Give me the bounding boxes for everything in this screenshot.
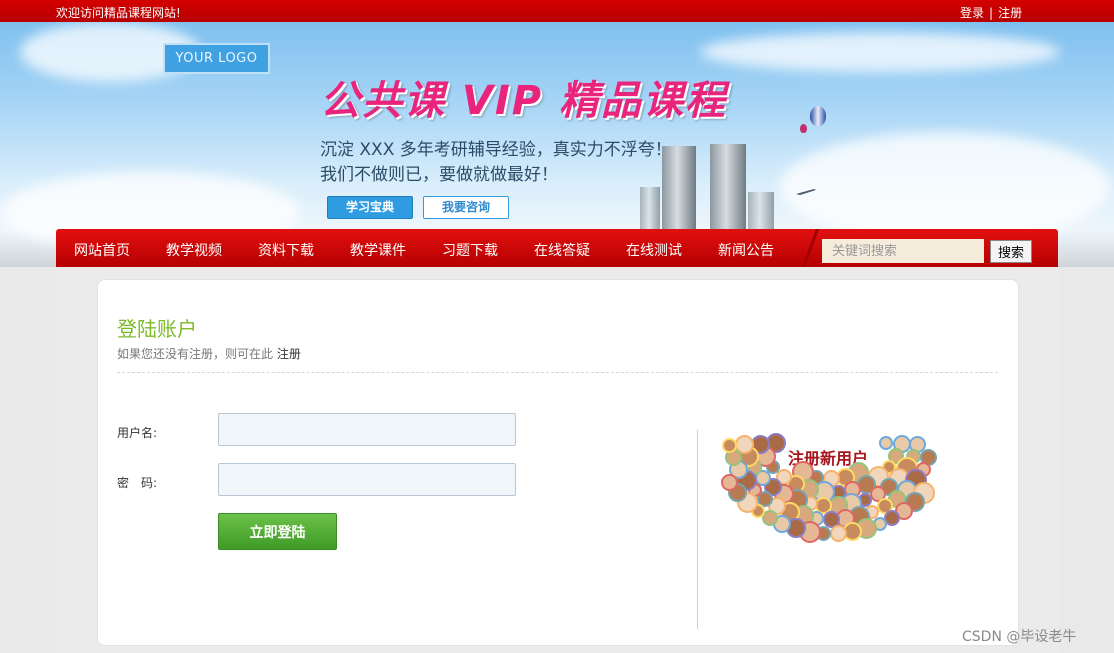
watermark: CSDN @毕设老牛 (962, 629, 1077, 645)
username-label: 用户名: (117, 426, 158, 440)
building-image (640, 187, 660, 230)
vertical-divider (697, 430, 698, 629)
search-input[interactable] (822, 239, 984, 263)
cloud-decoration (700, 32, 1060, 72)
login-title: 登陆账户 (117, 317, 197, 341)
nav-item-videos[interactable]: 教学视频 (166, 240, 222, 260)
airplane-icon (796, 189, 816, 195)
search-button[interactable]: 搜索 (990, 240, 1032, 263)
banner-slogan-2: 我们不做则已，要做就做最好！ (320, 165, 558, 185)
main-nav: 网站首页 教学视频 资料下载 教学课件 习题下载 在线答疑 在线测试 新闻公告 … (56, 229, 1058, 267)
study-guide-button[interactable]: 学习宝典 (327, 196, 413, 219)
nav-item-exercises[interactable]: 习题下载 (442, 240, 498, 260)
login-subtitle-text: 如果您还没有注册，则可在此 (117, 347, 274, 361)
nav-item-news[interactable]: 新闻公告 (718, 240, 774, 260)
nav-item-qa[interactable]: 在线答疑 (534, 240, 590, 260)
login-card: 登陆账户 如果您还没有注册，则可在此 注册 用户名: 密 码: 立即登陆 注册新… (97, 279, 1019, 646)
building-image (662, 146, 696, 230)
avatar (879, 436, 894, 451)
password-label: 密 码: (117, 476, 158, 490)
site-logo[interactable]: YOUR LOGO (163, 43, 270, 74)
nav-item-courseware[interactable]: 教学课件 (350, 240, 406, 260)
balloon-icon (810, 106, 826, 126)
nav-item-home[interactable]: 网站首页 (74, 240, 130, 260)
login-submit-button[interactable]: 立即登陆 (218, 513, 337, 550)
auth-links: 登录 | 注册 (960, 4, 1022, 21)
nav-item-test[interactable]: 在线测试 (626, 240, 682, 260)
building-image (710, 144, 746, 230)
welcome-text: 欢迎访问精品课程网站! (56, 6, 181, 20)
banner-title: 公共课 VIP 精品课程 (320, 78, 728, 124)
top-bar: 欢迎访问精品课程网站! 登录 | 注册 (0, 0, 1114, 22)
avatar (829, 524, 847, 542)
avatar (884, 509, 901, 526)
building-image (748, 192, 774, 230)
divider (117, 372, 998, 373)
register-link[interactable]: 注册 (998, 6, 1022, 20)
login-subtitle: 如果您还没有注册，则可在此 注册 (117, 345, 301, 362)
password-input[interactable] (218, 463, 516, 496)
username-input[interactable] (218, 413, 516, 446)
nav-item-downloads[interactable]: 资料下载 (258, 240, 314, 260)
cloud-decoration (780, 132, 1110, 242)
register-here-link[interactable]: 注册 (277, 347, 301, 361)
login-link[interactable]: 登录 (960, 6, 984, 20)
consult-button[interactable]: 我要咨询 (423, 196, 509, 219)
banner-slogan-1: 沉淀 XXX 多年考研辅导经验，真实力不浮夸！ (320, 140, 672, 160)
avatar (720, 473, 738, 491)
balloon-icon (800, 124, 807, 133)
auth-separator: | (989, 6, 994, 20)
register-promo-image[interactable]: 注册新用户 (720, 433, 938, 575)
avatar (722, 437, 738, 453)
